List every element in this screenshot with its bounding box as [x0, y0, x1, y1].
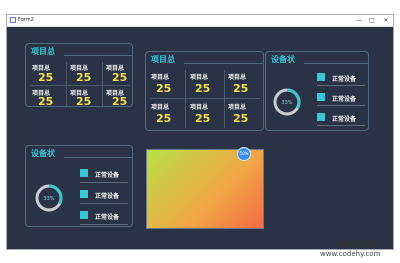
cell-label: 项目总 [228, 104, 247, 111]
cell-value: 25 [38, 71, 54, 84]
ring-percent: 33% [281, 100, 292, 106]
grid-line [102, 62, 103, 106]
cell-label: 项目总 [228, 74, 247, 81]
device-label: 正常设备 [332, 116, 357, 123]
cell-label: 项目总 [190, 104, 209, 111]
divider [80, 182, 128, 183]
status-indicator [317, 73, 325, 81]
device-label: 正常设备 [95, 193, 120, 200]
cell-value: 25 [233, 82, 249, 95]
gradient-panel [146, 149, 264, 229]
status-indicator [80, 211, 88, 219]
cell-value: 25 [156, 82, 172, 95]
panel-divider [64, 55, 133, 56]
grid-line [66, 62, 67, 106]
device-label: 正常设备 [95, 172, 120, 179]
device-status-panel-left: 设备状 33% 正常设备 正常设备 正常设备 [25, 145, 133, 227]
divider [317, 125, 365, 126]
divider [80, 203, 128, 204]
grid-line [224, 70, 225, 128]
project-summary-panel-middle: 项目总 项目总 25 项目总 25 项目总 25 项目总 25 项目总 25 项… [145, 51, 264, 131]
cell-label: 项目总 [190, 74, 209, 81]
ring-percent: 33% [43, 196, 54, 202]
grid-line [185, 70, 186, 128]
window-title: Form2 [18, 17, 34, 23]
divider [317, 105, 365, 106]
cell-value: 25 [38, 95, 54, 108]
title-bar: Form2 — □ ✕ [7, 15, 393, 27]
cell-value: 25 [156, 112, 172, 125]
cell-value: 25 [112, 71, 128, 84]
cell-value: 25 [76, 95, 92, 108]
close-button[interactable]: ✕ [380, 15, 392, 26]
progress-ring: 33% [35, 184, 63, 212]
device-label: 正常设备 [332, 76, 357, 83]
status-indicator [317, 93, 325, 101]
cell-label: 项目总 [151, 104, 170, 111]
panel-divider [184, 63, 264, 64]
app-window: Form2 — □ ✕ 项目总 项目总 25 项目总 25 项目总 25 项目总… [6, 14, 394, 250]
divider [80, 224, 128, 225]
minimize-button[interactable]: — [353, 15, 365, 26]
cell-label: 项目总 [151, 74, 170, 81]
device-label: 正常设备 [332, 96, 357, 103]
device-label: 正常设备 [95, 214, 120, 221]
watermark-title: 源码海洋网 [338, 240, 378, 249]
grid-line [150, 98, 260, 99]
watermark-url: www.codehy.com [320, 250, 381, 258]
divider [317, 85, 365, 86]
cell-value: 25 [233, 112, 249, 125]
project-summary-panel-left: 项目总 项目总 25 项目总 25 项目总 25 项目总 25 项目总 25 项… [25, 43, 133, 107]
app-icon [10, 17, 16, 23]
status-indicator [80, 190, 88, 198]
panel-title: 项目总 [31, 47, 55, 56]
panel-divider [64, 157, 133, 158]
cell-value: 25 [195, 112, 211, 125]
panel-title: 设备状 [271, 55, 295, 64]
panel-title: 设备状 [31, 149, 55, 158]
dashboard: 项目总 项目总 25 项目总 25 项目总 25 项目总 25 项目总 25 项… [7, 27, 393, 249]
grid-line [30, 85, 130, 86]
cell-value: 25 [76, 71, 92, 84]
panel-divider [304, 63, 369, 64]
panel-title: 项目总 [151, 55, 175, 64]
progress-ring: 33% [273, 88, 301, 116]
cell-value: 25 [112, 95, 128, 108]
device-status-panel-right: 设备状 33% 正常设备 正常设备 正常设备 [265, 51, 369, 131]
status-indicator [80, 169, 88, 177]
maximize-button[interactable]: □ [366, 15, 378, 26]
percent-bubble: 50% [237, 147, 251, 161]
cell-value: 25 [195, 82, 211, 95]
status-indicator [317, 113, 325, 121]
